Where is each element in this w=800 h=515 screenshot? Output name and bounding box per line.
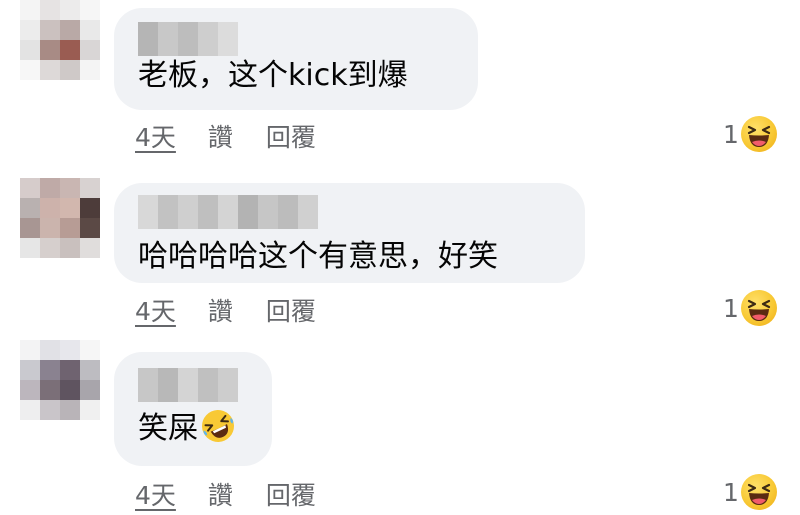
comment-actions: 4天 讚 回覆 [135,292,316,328]
comment-bubble: 老板，这个kick到爆 [114,8,478,110]
reaction-count: 1 [723,119,739,149]
reaction-count: 1 [723,477,739,507]
avatar[interactable] [20,178,100,258]
comment-text: 老板，这个kick到爆 [138,58,408,93]
timestamp-link[interactable]: 4天 [135,118,176,154]
reaction-summary[interactable]: 1 [723,288,777,328]
avatar[interactable] [20,340,100,420]
reaction-count: 1 [723,293,739,323]
like-button[interactable]: 讚 [208,118,233,154]
laughing-reaction-icon [740,116,777,152]
comment-actions: 4天 讚 回覆 [135,118,316,154]
reply-button[interactable]: 回覆 [266,118,316,154]
laughing-reaction-icon [740,290,777,326]
comment-bubble: 哈哈哈哈这个有意思，好笑 [114,183,585,283]
commenter-name-pixelated[interactable] [138,368,238,402]
laughing-reaction-icon [740,474,777,510]
like-button[interactable]: 讚 [208,292,233,328]
rolling-on-floor-laughing-emoji [202,410,234,442]
reaction-summary[interactable]: 1 [723,114,777,154]
like-button[interactable]: 讚 [208,476,233,512]
reply-button[interactable]: 回覆 [266,476,316,512]
reply-button[interactable]: 回覆 [266,292,316,328]
timestamp-link[interactable]: 4天 [135,292,176,328]
comment-bubble: 笑屎 [114,352,272,466]
avatar[interactable] [20,0,100,80]
comment-text: 笑屎 [138,408,236,449]
commenter-name-pixelated[interactable] [138,195,318,229]
timestamp-link[interactable]: 4天 [135,476,176,512]
reaction-summary[interactable]: 1 [723,472,777,512]
comment-text-content: 笑屎 [138,411,198,446]
commenter-name-pixelated[interactable] [138,22,238,56]
comment-actions: 4天 讚 回覆 [135,476,316,512]
comment-text: 哈哈哈哈这个有意思，好笑 [138,239,498,274]
